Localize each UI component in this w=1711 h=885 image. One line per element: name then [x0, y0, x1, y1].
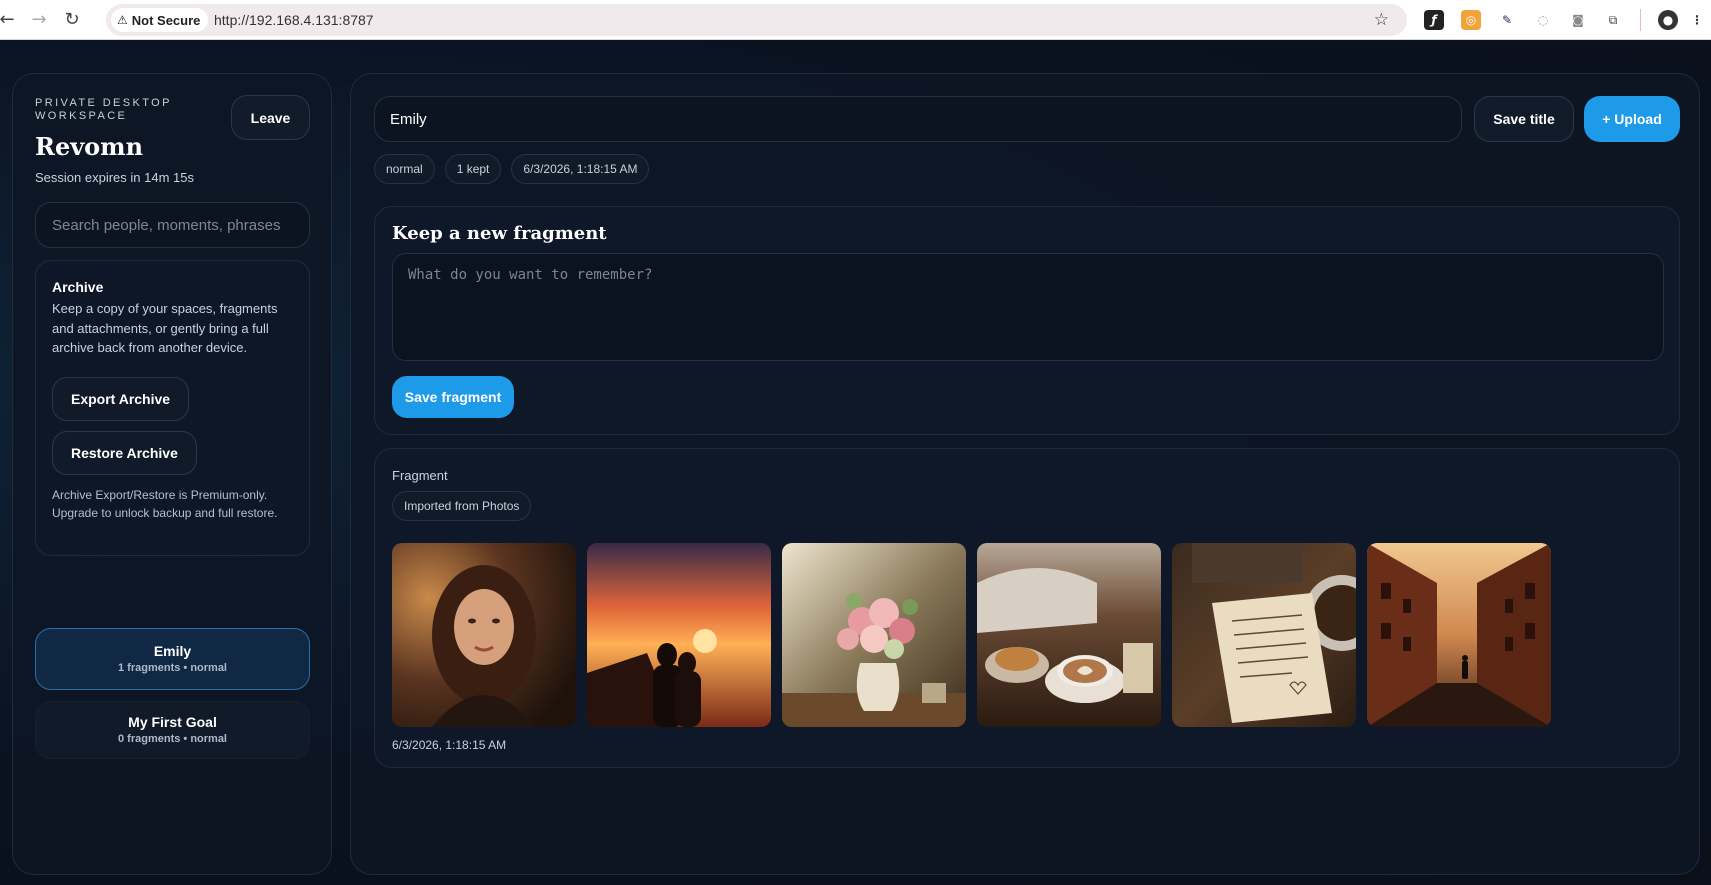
- circle-extension-icon[interactable]: ◌: [1533, 10, 1553, 30]
- space-item-emily[interactable]: Emily 1 fragments • normal: [35, 628, 310, 690]
- profile-avatar-icon[interactable]: ●: [1658, 10, 1678, 30]
- restore-archive-button[interactable]: Restore Archive: [52, 431, 197, 475]
- url-text[interactable]: http://192.168.4.131:8787: [214, 4, 374, 36]
- space-name: My First Goal: [128, 714, 217, 730]
- extension-orange-icon[interactable]: ◎: [1461, 10, 1481, 30]
- save-title-button[interactable]: Save title: [1474, 96, 1574, 142]
- search-input[interactable]: [35, 202, 310, 248]
- composer-title: Keep a new fragment: [392, 223, 607, 244]
- back-arrow-icon[interactable]: ←: [0, 8, 19, 32]
- address-bar[interactable]: ⚠ Not Secure http://192.168.4.131:8787 ☆: [106, 4, 1407, 36]
- space-item-my-first-goal[interactable]: My First Goal 0 fragments • normal: [35, 701, 310, 759]
- camera-icon[interactable]: ◙: [1568, 10, 1588, 30]
- export-archive-button[interactable]: Export Archive: [52, 377, 190, 421]
- main-panel: Save title + Upload normal 1 kept 6/3/20…: [350, 73, 1700, 875]
- forward-arrow-icon[interactable]: →: [27, 8, 51, 32]
- app-page: PRIVATE DESKTOP WORKSPACE Leave Revomn S…: [0, 41, 1711, 885]
- eyedropper-icon[interactable]: ✎: [1497, 10, 1517, 30]
- sidebar: PRIVATE DESKTOP WORKSPACE Leave Revomn S…: [12, 73, 332, 875]
- session-expiry: Session expires in 14m 15s: [35, 170, 194, 185]
- warning-icon: ⚠: [117, 13, 128, 27]
- fragment-label: Fragment: [392, 468, 448, 483]
- fragment-source-chip: Imported from Photos: [392, 491, 532, 521]
- archive-premium-note: Archive Export/Restore is Premium-only. …: [52, 488, 278, 520]
- photo-coffee-croissant[interactable]: [977, 543, 1161, 727]
- photo-evening-street[interactable]: [1367, 543, 1551, 727]
- kebab-menu-icon[interactable]: ⋮: [1690, 10, 1704, 30]
- save-fragment-button[interactable]: Save fragment: [392, 376, 514, 418]
- workspace-eyebrow: PRIVATE DESKTOP WORKSPACE: [35, 97, 172, 122]
- photo-flower-vase[interactable]: [782, 543, 966, 727]
- mood-chip: normal: [374, 154, 435, 184]
- kept-count-chip: 1 kept: [444, 154, 502, 184]
- reload-icon[interactable]: ↻: [60, 8, 84, 32]
- space-meta: 0 fragments • normal: [118, 733, 227, 745]
- toolbar-divider: [1640, 9, 1641, 31]
- puzzle-icon[interactable]: ⧉: [1603, 10, 1623, 30]
- fragment-textarea[interactable]: [392, 253, 1664, 361]
- archive-title: Archive: [52, 279, 104, 295]
- archive-panel: Archive Keep a copy of your spaces, frag…: [35, 260, 310, 556]
- fragment-timestamp: 6/3/2026, 1:18:15 AM: [392, 738, 507, 752]
- security-chip[interactable]: ⚠ Not Secure: [111, 8, 209, 32]
- photo-portrait-woman[interactable]: [392, 543, 576, 727]
- fx-extension-icon[interactable]: ƒ: [1424, 10, 1444, 30]
- date-chip: 6/3/2026, 1:18:15 AM: [511, 154, 650, 184]
- photo-handwritten-note[interactable]: [1172, 543, 1356, 727]
- leave-button[interactable]: Leave: [231, 95, 310, 140]
- space-title-input[interactable]: [374, 96, 1462, 142]
- fragment-composer: Keep a new fragment Save fragment: [374, 206, 1680, 435]
- space-meta: 1 fragments • normal: [118, 662, 227, 674]
- space-meta-chips: normal 1 kept 6/3/2026, 1:18:15 AM: [374, 154, 650, 184]
- browser-toolbar: ← → ↻ ⚠ Not Secure http://192.168.4.131:…: [0, 0, 1711, 40]
- space-name: Emily: [153, 643, 192, 659]
- star-icon[interactable]: ☆: [1374, 4, 1389, 36]
- photo-sunset-couple[interactable]: [587, 543, 771, 727]
- upload-button[interactable]: + Upload: [1584, 96, 1680, 142]
- security-label: Not Secure: [131, 12, 201, 28]
- archive-description: Keep a copy of your spaces, fragments an…: [52, 301, 278, 355]
- fragment-card: Fragment Imported from Photos 6/3/2026, …: [374, 448, 1680, 768]
- brand-title: Revomn: [35, 132, 144, 161]
